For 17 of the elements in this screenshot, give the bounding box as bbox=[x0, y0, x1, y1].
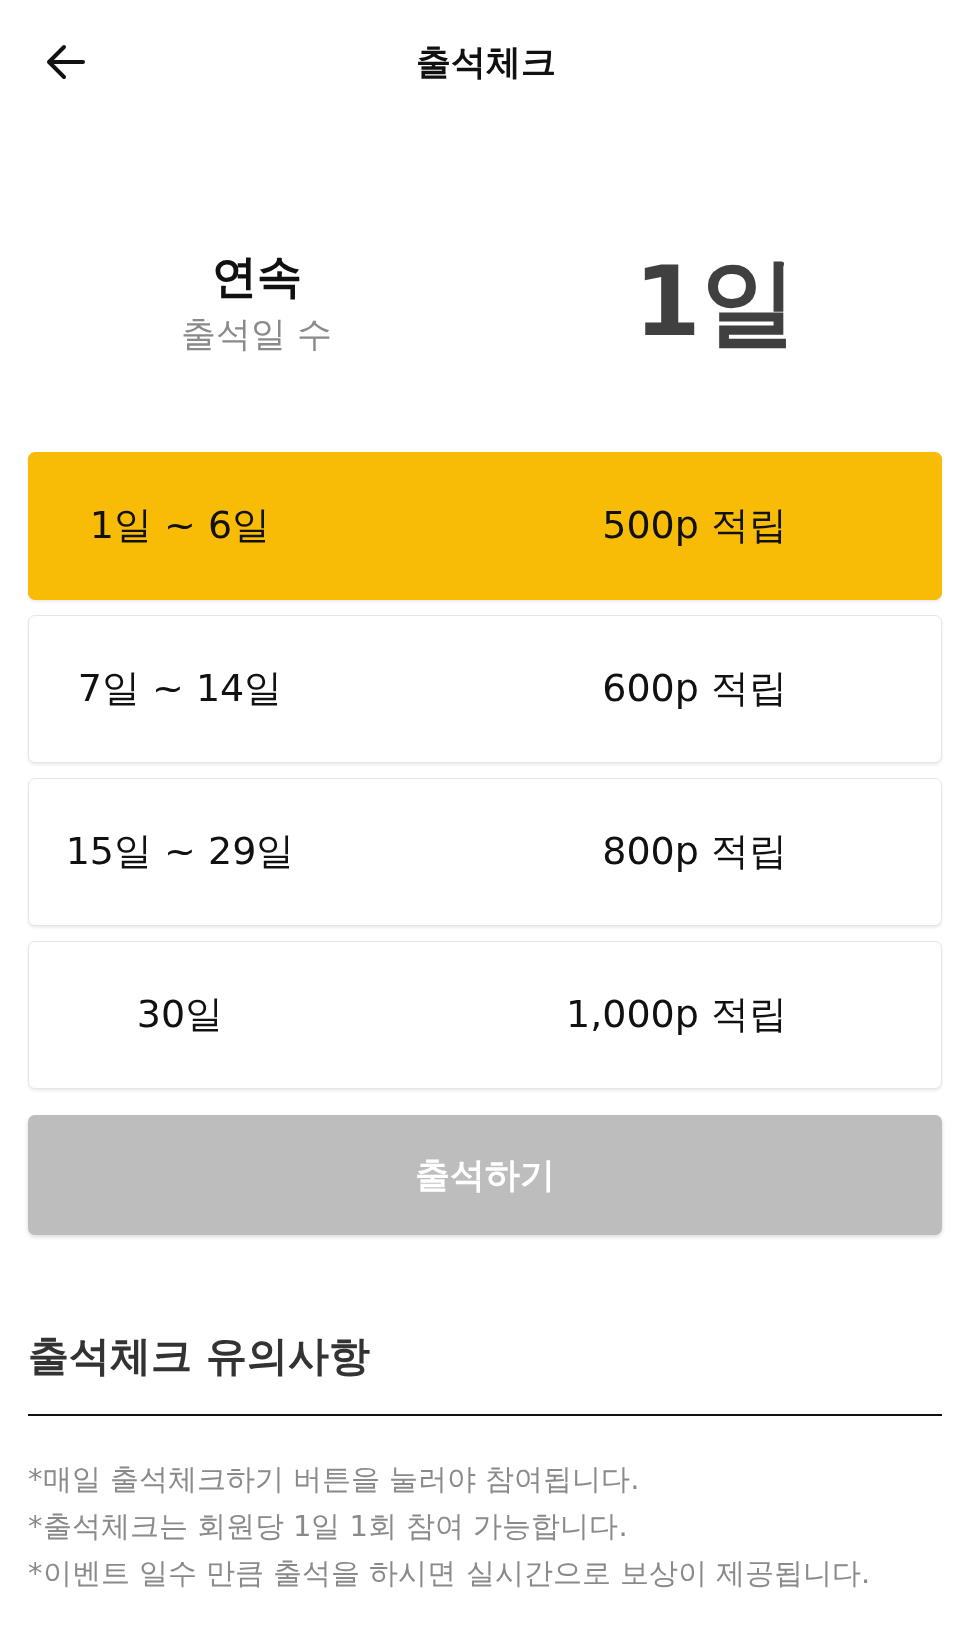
tier-reward-text: 1,000p 적립 bbox=[566, 992, 787, 1038]
back-arrow-icon[interactable] bbox=[46, 44, 86, 80]
tier-range-text: 1일 ~ 6일 bbox=[89, 503, 271, 549]
streak-label: 연속 bbox=[211, 250, 302, 305]
tier-range-text: 30일 bbox=[136, 992, 224, 1038]
streak-value: 1일 bbox=[634, 245, 797, 360]
page-title: 출석체크 bbox=[415, 41, 556, 83]
streak-sublabel: 출석일 수 bbox=[180, 313, 333, 356]
tier-range-text: 7일 ~ 14일 bbox=[77, 666, 283, 712]
tier-reward-text: 500p 적립 bbox=[602, 503, 787, 549]
notice-text: *출석체크는 회원당 1일 1회 참여 가능합니다. bbox=[28, 1508, 629, 1546]
tier-range-text: 15일 ~ 29일 bbox=[65, 829, 295, 875]
tier-reward-text: 800p 적립 bbox=[602, 829, 787, 875]
tier-reward-text: 600p 적립 bbox=[602, 666, 787, 712]
notice-text: *매일 출석체크하기 버튼을 눌러야 참여됩니다. bbox=[28, 1461, 641, 1499]
notice-title: 출석체크 유의사항 bbox=[28, 1332, 372, 1382]
notice-text: *이벤트 일수 만큼 출석을 하시면 실시간으로 보상이 제공됩니다. bbox=[28, 1555, 872, 1593]
